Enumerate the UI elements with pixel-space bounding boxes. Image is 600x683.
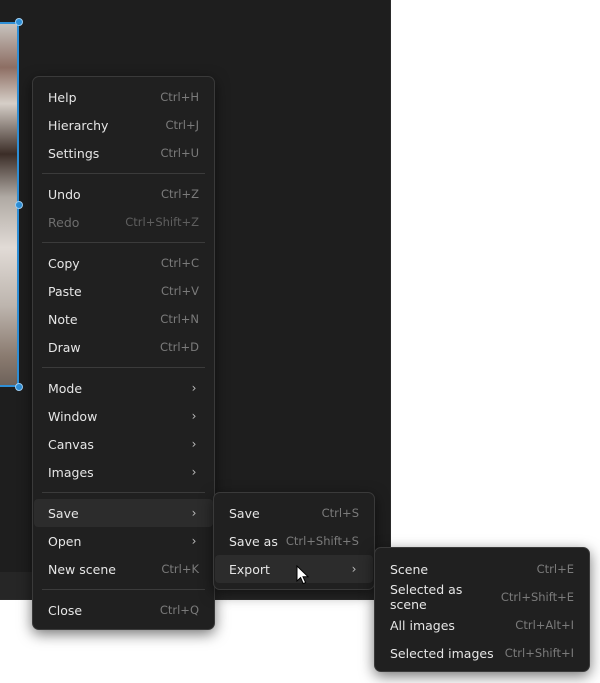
- menu-item-shortcut: Ctrl+V: [161, 284, 199, 298]
- chevron-right-icon: ›: [191, 409, 197, 423]
- resize-handle-middle[interactable]: [15, 201, 23, 209]
- menu-item-window[interactable]: Window ›: [34, 402, 213, 430]
- menu-item-shortcut: Ctrl+K: [161, 562, 199, 576]
- menu-item-save[interactable]: Save ›: [34, 499, 213, 527]
- menu-item-label: Settings: [48, 145, 100, 161]
- menu-item-label: Close: [48, 602, 83, 618]
- menu-separator: [42, 367, 205, 368]
- chevron-right-icon: ›: [191, 534, 197, 548]
- menu-item-help[interactable]: Help Ctrl+H: [34, 83, 213, 111]
- save-submenu: Save Ctrl+S Save as Ctrl+Shift+S Export …: [213, 492, 375, 590]
- chevron-right-icon: ›: [191, 381, 197, 395]
- menu-item-label: Hierarchy: [48, 117, 109, 133]
- submenu-item-export-scene[interactable]: Scene Ctrl+E: [376, 555, 588, 583]
- submenu-item-selected-as-scene[interactable]: Selected as scene Ctrl+Shift+E: [376, 582, 588, 612]
- menu-item-label: Draw: [48, 339, 81, 355]
- menu-item-hierarchy[interactable]: Hierarchy Ctrl+J: [34, 111, 213, 139]
- menu-item-shortcut: Ctrl+Alt+I: [515, 618, 574, 632]
- menu-separator: [42, 242, 205, 243]
- menu-item-label: Selected as scene: [390, 582, 463, 612]
- chevron-right-icon: ›: [191, 506, 197, 520]
- menu-item-label: Selected images: [390, 645, 494, 661]
- menu-item-label: Save as: [229, 533, 278, 549]
- submenu-item-save[interactable]: Save Ctrl+S: [215, 499, 373, 527]
- menu-item-shortcut: Ctrl+U: [160, 146, 199, 160]
- menu-item-shortcut: Ctrl+Q: [159, 603, 199, 617]
- menu-item-label: Save: [48, 505, 79, 521]
- menu-separator: [42, 589, 205, 590]
- chevron-right-icon: ›: [191, 437, 197, 451]
- menu-item-paste[interactable]: Paste Ctrl+V: [34, 277, 213, 305]
- menu-item-label: Help: [48, 89, 77, 105]
- menu-item-label: Window: [48, 408, 98, 424]
- menu-item-settings[interactable]: Settings Ctrl+U: [34, 139, 213, 167]
- menu-item-shortcut: Ctrl+E: [536, 562, 574, 576]
- menu-item-label: Save: [229, 505, 260, 521]
- menu-item-label: All images: [390, 617, 455, 633]
- menu-item-shortcut: Ctrl+D: [160, 340, 199, 354]
- menu-item-label: Undo: [48, 186, 81, 202]
- menu-item-mode[interactable]: Mode ›: [34, 374, 213, 402]
- submenu-item-all-images[interactable]: All images Ctrl+Alt+I: [376, 611, 588, 639]
- submenu-item-export[interactable]: Export ›: [215, 555, 373, 583]
- menu-item-label: Open: [48, 533, 82, 549]
- menu-item-label: Paste: [48, 283, 82, 299]
- menu-item-label: Export: [229, 561, 270, 577]
- menu-separator: [42, 492, 205, 493]
- resize-handle-top[interactable]: [15, 18, 23, 26]
- menu-item-shortcut: Ctrl+Shift+E: [500, 590, 574, 604]
- menu-item-label: Canvas: [48, 436, 94, 452]
- menu-item-open[interactable]: Open ›: [34, 527, 213, 555]
- menu-item-images[interactable]: Images ›: [34, 458, 213, 486]
- chevron-right-icon: ›: [191, 465, 197, 479]
- menu-item-shortcut: Ctrl+Z: [161, 187, 199, 201]
- menu-item-shortcut: Ctrl+S: [321, 506, 359, 520]
- menu-item-new-scene[interactable]: New scene Ctrl+K: [34, 555, 213, 583]
- menu-item-redo: Redo Ctrl+Shift+Z: [34, 208, 213, 236]
- menu-item-note[interactable]: Note Ctrl+N: [34, 305, 213, 333]
- menu-item-undo[interactable]: Undo Ctrl+Z: [34, 180, 213, 208]
- menu-item-label: Mode: [48, 380, 83, 396]
- submenu-item-save-as[interactable]: Save as Ctrl+Shift+S: [215, 527, 373, 555]
- menu-item-label: Scene: [390, 561, 429, 577]
- menu-item-shortcut: Ctrl+C: [160, 256, 199, 270]
- export-submenu: Scene Ctrl+E Selected as scene Ctrl+Shif…: [374, 547, 590, 672]
- menu-item-label: Redo: [48, 214, 80, 230]
- menu-item-label: Copy: [48, 255, 80, 271]
- menu-item-copy[interactable]: Copy Ctrl+C: [34, 249, 213, 277]
- menu-item-shortcut: Ctrl+H: [160, 90, 199, 104]
- menu-item-label: Note: [48, 311, 78, 327]
- chevron-right-icon: ›: [351, 562, 357, 576]
- resize-handle-bottom[interactable]: [15, 383, 23, 391]
- menu-item-label: Images: [48, 464, 94, 480]
- menu-item-shortcut: Ctrl+Shift+I: [504, 646, 574, 660]
- menu-item-shortcut: Ctrl+J: [165, 118, 200, 132]
- menu-separator: [42, 173, 205, 174]
- menu-item-shortcut: Ctrl+Shift+Z: [125, 215, 199, 229]
- submenu-item-selected-images[interactable]: Selected images Ctrl+Shift+I: [376, 639, 588, 667]
- menu-item-canvas[interactable]: Canvas ›: [34, 430, 213, 458]
- mouse-pointer-icon: [296, 565, 310, 585]
- menu-item-draw[interactable]: Draw Ctrl+D: [34, 333, 213, 361]
- menu-item-close[interactable]: Close Ctrl+Q: [34, 596, 213, 624]
- menu-item-shortcut: Ctrl+N: [160, 312, 199, 326]
- menu-item-label: New scene: [48, 561, 116, 577]
- menu-item-shortcut: Ctrl+Shift+S: [285, 534, 359, 548]
- context-menu: Help Ctrl+H Hierarchy Ctrl+J Settings Ct…: [32, 76, 215, 630]
